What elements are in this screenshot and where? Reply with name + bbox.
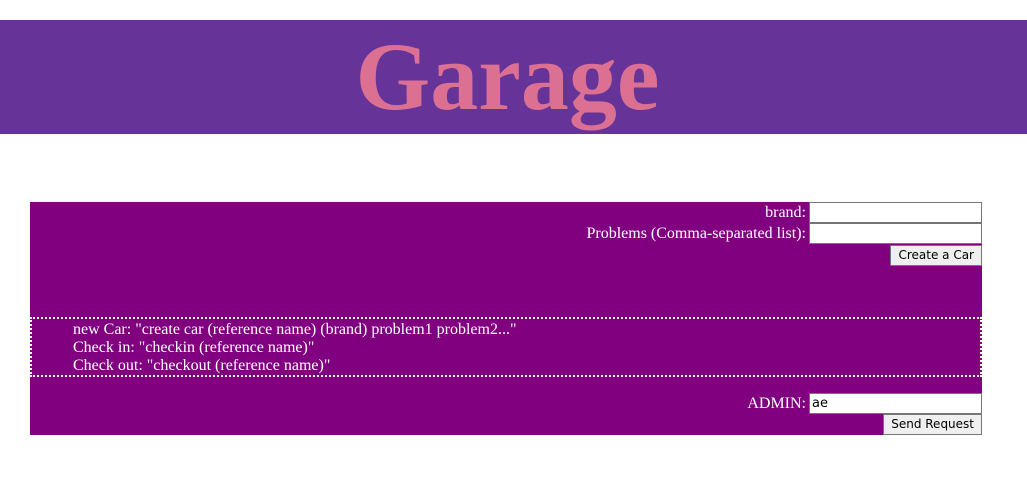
admin-row: ADMIN: xyxy=(747,393,982,414)
admin-form: ADMIN: Send Request xyxy=(30,377,982,435)
create-car-form: brand: Problems (Comma-separated list): … xyxy=(30,202,982,317)
brand-row: brand: xyxy=(765,202,982,223)
page-header: Garage xyxy=(0,20,1027,134)
problems-row: Problems (Comma-separated list): xyxy=(586,223,982,244)
brand-input[interactable] xyxy=(809,202,982,223)
admin-input[interactable] xyxy=(809,393,982,414)
brand-label: brand: xyxy=(765,204,806,221)
admin-label: ADMIN: xyxy=(747,395,806,412)
command-help-box: new Car: "create car (reference name) (b… xyxy=(30,317,982,377)
problems-input[interactable] xyxy=(809,223,982,244)
help-line-check-in: Check in: "checkin (reference name)" xyxy=(73,339,315,356)
create-car-button[interactable]: Create a Car xyxy=(890,245,982,266)
help-line-check-out: Check out: "checkout (reference name)" xyxy=(73,357,331,374)
send-request-button[interactable]: Send Request xyxy=(883,414,982,435)
help-line-new-car: new Car: "create car (reference name) (b… xyxy=(73,321,517,338)
page-title: Garage xyxy=(355,23,660,130)
problems-label: Problems (Comma-separated list): xyxy=(586,225,806,242)
